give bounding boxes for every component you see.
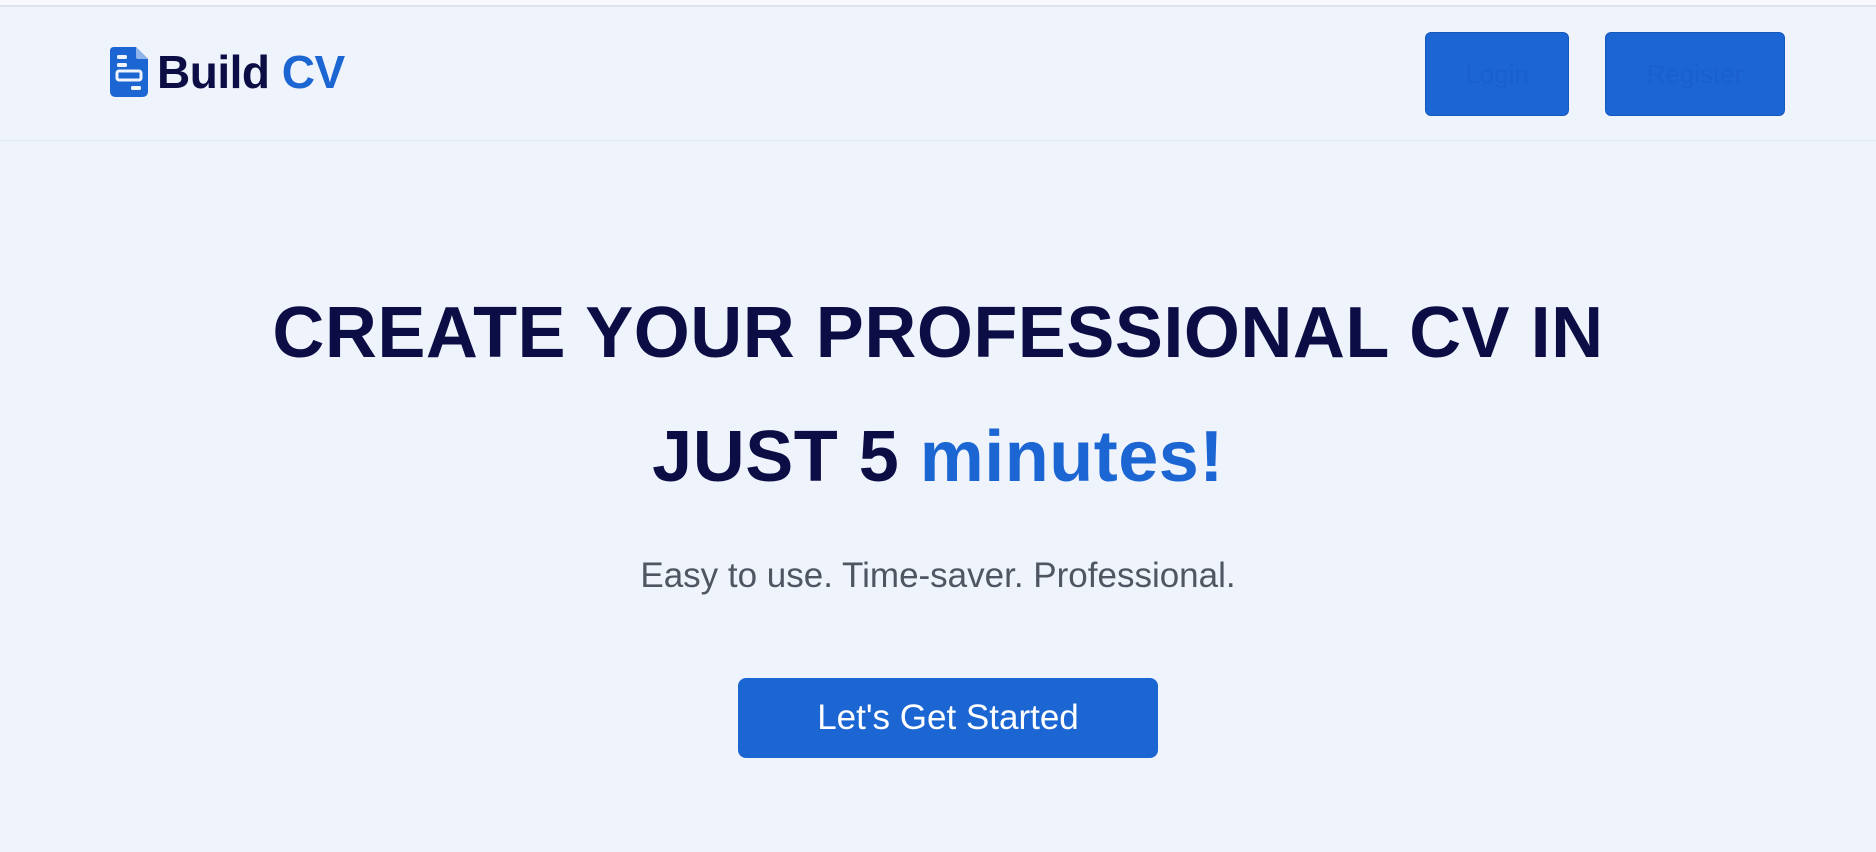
document-icon	[110, 47, 148, 97]
hero-heading-line-2: JUST 5 minutes!	[0, 421, 1876, 493]
get-started-button[interactable]: Let's Get Started	[738, 678, 1158, 758]
navbar: Build CV Login Register	[0, 7, 1876, 141]
brand-logo-link[interactable]: Build CV	[110, 47, 345, 97]
hero-tagline: Easy to use. Time-saver. Professional.	[640, 556, 1236, 595]
hero-heading-line-1: CREATE YOUR PROFESSIONAL CV IN	[272, 293, 1604, 373]
brand-name: Build CV	[157, 49, 345, 95]
hero-heading-highlight: minutes!	[919, 417, 1224, 497]
browser-top-edge	[0, 0, 1876, 7]
login-button[interactable]: Login	[1425, 32, 1569, 116]
brand-name-build: Build	[157, 46, 270, 98]
hero-heading-prefix: JUST 5	[652, 417, 900, 497]
register-button[interactable]: Register	[1605, 32, 1785, 116]
brand-name-cv: CV	[281, 46, 345, 98]
